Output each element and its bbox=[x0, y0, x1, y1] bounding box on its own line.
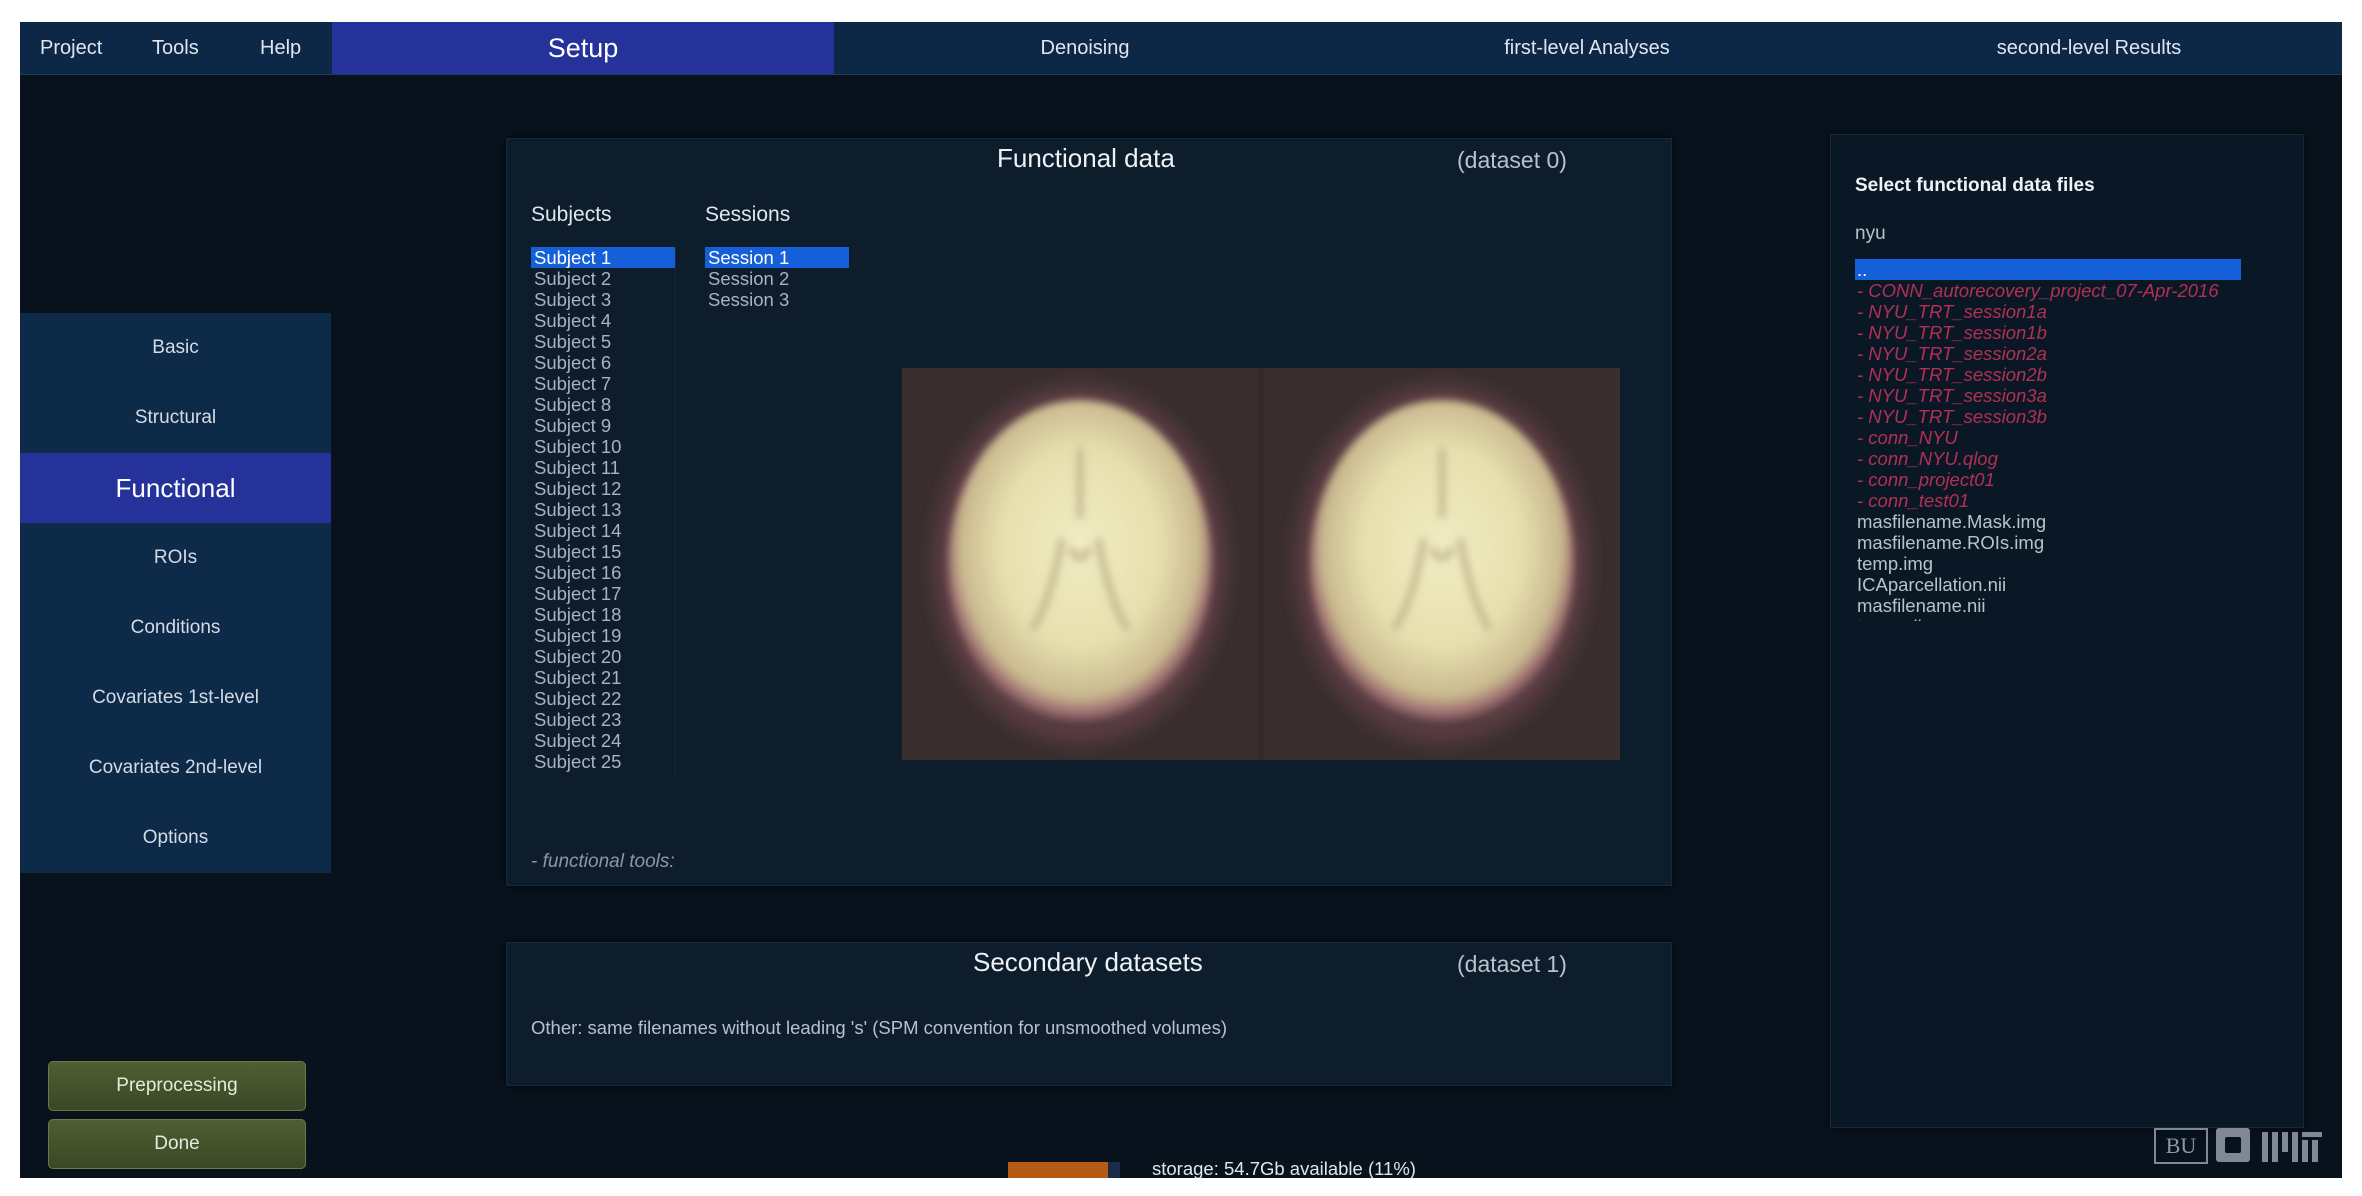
list-item-folder[interactable]: - conn_NYU bbox=[1855, 427, 2241, 448]
storage-status: storage: 54.7Gb available (11%) bbox=[1152, 1158, 1416, 1178]
menu-tools[interactable]: Tools bbox=[152, 22, 199, 74]
list-item-folder[interactable]: - NYU_TRT_session2b bbox=[1855, 364, 2241, 385]
list-item-subject[interactable]: Subject 5 bbox=[531, 331, 675, 352]
list-item-subject[interactable]: Subject 11 bbox=[531, 457, 675, 478]
list-item-folder[interactable]: - conn_test01 bbox=[1855, 490, 2241, 511]
sessions-header: Sessions bbox=[705, 203, 791, 226]
list-item-subject[interactable]: Subject 2 bbox=[531, 268, 675, 289]
list-item-subject[interactable]: Subject 9 bbox=[531, 415, 675, 436]
subjects-header: Subjects bbox=[531, 203, 612, 226]
list-item-file[interactable]: masfilename.ROIs.img bbox=[1855, 532, 2241, 553]
list-item-subject[interactable]: Subject 12 bbox=[531, 478, 675, 499]
list-item-subject[interactable]: Subject 24 bbox=[531, 730, 675, 751]
list-item-subject[interactable]: Subject 20 bbox=[531, 646, 675, 667]
mit-logo bbox=[2262, 1132, 2322, 1162]
storage-bar-fill bbox=[1008, 1162, 1108, 1178]
conn-toolbox-window: Project Tools Help Setup Denoising first… bbox=[20, 22, 2342, 1178]
list-item-file[interactable]: ICAparcellation.nii bbox=[1855, 574, 2241, 595]
list-item-folder[interactable]: - CONN_autorecovery_project_07-Apr-2016 bbox=[1855, 280, 2241, 301]
sidebar-item-functional[interactable]: Functional bbox=[20, 453, 331, 523]
sidebar-item-covariates-2nd-level[interactable]: Covariates 2nd-level bbox=[20, 733, 331, 803]
list-item-folder[interactable]: - NYU_TRT_session2a bbox=[1855, 343, 2241, 364]
list-item-subject[interactable]: Subject 23 bbox=[531, 709, 675, 730]
brain-slices bbox=[902, 368, 1620, 760]
list-item-folder[interactable]: - conn_NYU.qlog bbox=[1855, 448, 2241, 469]
list-item-subject[interactable]: Subject 3 bbox=[531, 289, 675, 310]
list-item-parent-folder[interactable]: .. bbox=[1855, 259, 2241, 280]
list-item-folder[interactable]: - NYU_TRT_session3a bbox=[1855, 385, 2241, 406]
list-item-folder[interactable]: - NYU_TRT_session1a bbox=[1855, 301, 2241, 322]
functional-volume-preview bbox=[902, 368, 1620, 760]
secondary-dataset-note[interactable]: Other: same filenames without leading 's… bbox=[531, 1017, 1227, 1039]
list-item-file[interactable]: temp.img bbox=[1855, 553, 2241, 574]
list-item-subject[interactable]: Subject 7 bbox=[531, 373, 675, 394]
menu-help[interactable]: Help bbox=[260, 22, 301, 74]
done-button[interactable]: Done bbox=[48, 1119, 306, 1169]
list-item-subject[interactable]: Subject 1 bbox=[531, 247, 675, 268]
brain-slice-left bbox=[934, 386, 1226, 742]
list-item-file[interactable]: masfilename.nii bbox=[1855, 595, 2241, 616]
brain-slice-right bbox=[1296, 386, 1588, 742]
storage-bar bbox=[1008, 1162, 1120, 1178]
list-item-file[interactable]: masfilename.Mask.img bbox=[1855, 511, 2241, 532]
list-item-subject[interactable]: Subject 21 bbox=[531, 667, 675, 688]
list-item-subject[interactable]: Subject 16 bbox=[531, 562, 675, 583]
list-item-folder[interactable]: - NYU_TRT_session1b bbox=[1855, 322, 2241, 343]
list-item-subject[interactable]: Subject 22 bbox=[531, 688, 675, 709]
list-item-session[interactable]: Session 2 bbox=[705, 268, 849, 289]
setup-sidebar: Basic Structural Functional ROIs Conditi… bbox=[20, 313, 331, 873]
sidebar-item-covariates-1st-level[interactable]: Covariates 1st-level bbox=[20, 663, 331, 733]
list-item-subject[interactable]: Subject 6 bbox=[531, 352, 675, 373]
file-browser-title: Select functional data files bbox=[1855, 175, 2095, 196]
menu-project[interactable]: Project bbox=[40, 22, 102, 74]
list-item-subject[interactable]: Subject 14 bbox=[531, 520, 675, 541]
dataset-label: (dataset 0) bbox=[1457, 147, 1567, 173]
session-listbox[interactable]: Session 1 Session 2 Session 3 bbox=[705, 247, 849, 327]
functional-tools-label[interactable]: - functional tools: bbox=[531, 851, 675, 873]
list-item-session[interactable]: Session 1 bbox=[705, 247, 849, 268]
list-item-folder[interactable]: - NYU_TRT_session3b bbox=[1855, 406, 2241, 427]
file-browser-panel: Select functional data files nyu .. - CO… bbox=[1830, 134, 2304, 1128]
tab-first-level-analyses[interactable]: first-level Analyses bbox=[1336, 22, 1838, 74]
tab-second-level-results[interactable]: second-level Results bbox=[1838, 22, 2340, 74]
file-listbox[interactable]: .. - CONN_autorecovery_project_07-Apr-20… bbox=[1855, 259, 2241, 621]
secondary-panel-title: Secondary datasets bbox=[973, 947, 1203, 977]
list-item-file[interactable]: temp.nii bbox=[1855, 616, 2241, 621]
tab-setup[interactable]: Setup bbox=[332, 22, 834, 74]
list-item-subject[interactable]: Subject 17 bbox=[531, 583, 675, 604]
list-item-subject[interactable]: Subject 10 bbox=[531, 436, 675, 457]
sidebar-item-rois[interactable]: ROIs bbox=[20, 523, 331, 593]
list-item-subject[interactable]: Subject 4 bbox=[531, 310, 675, 331]
filter-input[interactable]: nyu bbox=[1855, 223, 1886, 245]
list-item-subject[interactable]: Subject 8 bbox=[531, 394, 675, 415]
functional-data-panel: Functional data (dataset 0) Subjects Ses… bbox=[506, 138, 1672, 886]
subject-listbox[interactable]: Subject 1 Subject 2 Subject 3 Subject 4 Subj… bbox=[531, 247, 676, 777]
secondary-dataset-label: (dataset 1) bbox=[1457, 951, 1567, 977]
sidebar-item-structural[interactable]: Structural bbox=[20, 383, 331, 453]
sidebar-item-conditions[interactable]: Conditions bbox=[20, 593, 331, 663]
seal-logo-icon bbox=[2216, 1128, 2250, 1162]
list-item-subject[interactable]: Subject 18 bbox=[531, 604, 675, 625]
top-bar: Project Tools Help Setup Denoising first… bbox=[20, 22, 2342, 75]
bu-logo: BU bbox=[2154, 1128, 2208, 1164]
list-item-folder[interactable]: - conn_project01 bbox=[1855, 469, 2241, 490]
preprocessing-button[interactable]: Preprocessing bbox=[48, 1061, 306, 1111]
sidebar-item-options[interactable]: Options bbox=[20, 803, 331, 873]
list-item-subject[interactable]: Subject 13 bbox=[531, 499, 675, 520]
list-item-session[interactable]: Session 3 bbox=[705, 289, 849, 310]
tab-denoising[interactable]: Denoising bbox=[834, 22, 1336, 74]
sidebar-item-basic[interactable]: Basic bbox=[20, 313, 331, 383]
secondary-datasets-panel: Secondary datasets (dataset 1) Other: sa… bbox=[506, 942, 1672, 1086]
panel-title: Functional data bbox=[997, 143, 1175, 173]
list-item-subject[interactable]: Subject 15 bbox=[531, 541, 675, 562]
list-item-subject[interactable]: Subject 25 bbox=[531, 751, 675, 772]
list-item-subject[interactable]: Subject 19 bbox=[531, 625, 675, 646]
